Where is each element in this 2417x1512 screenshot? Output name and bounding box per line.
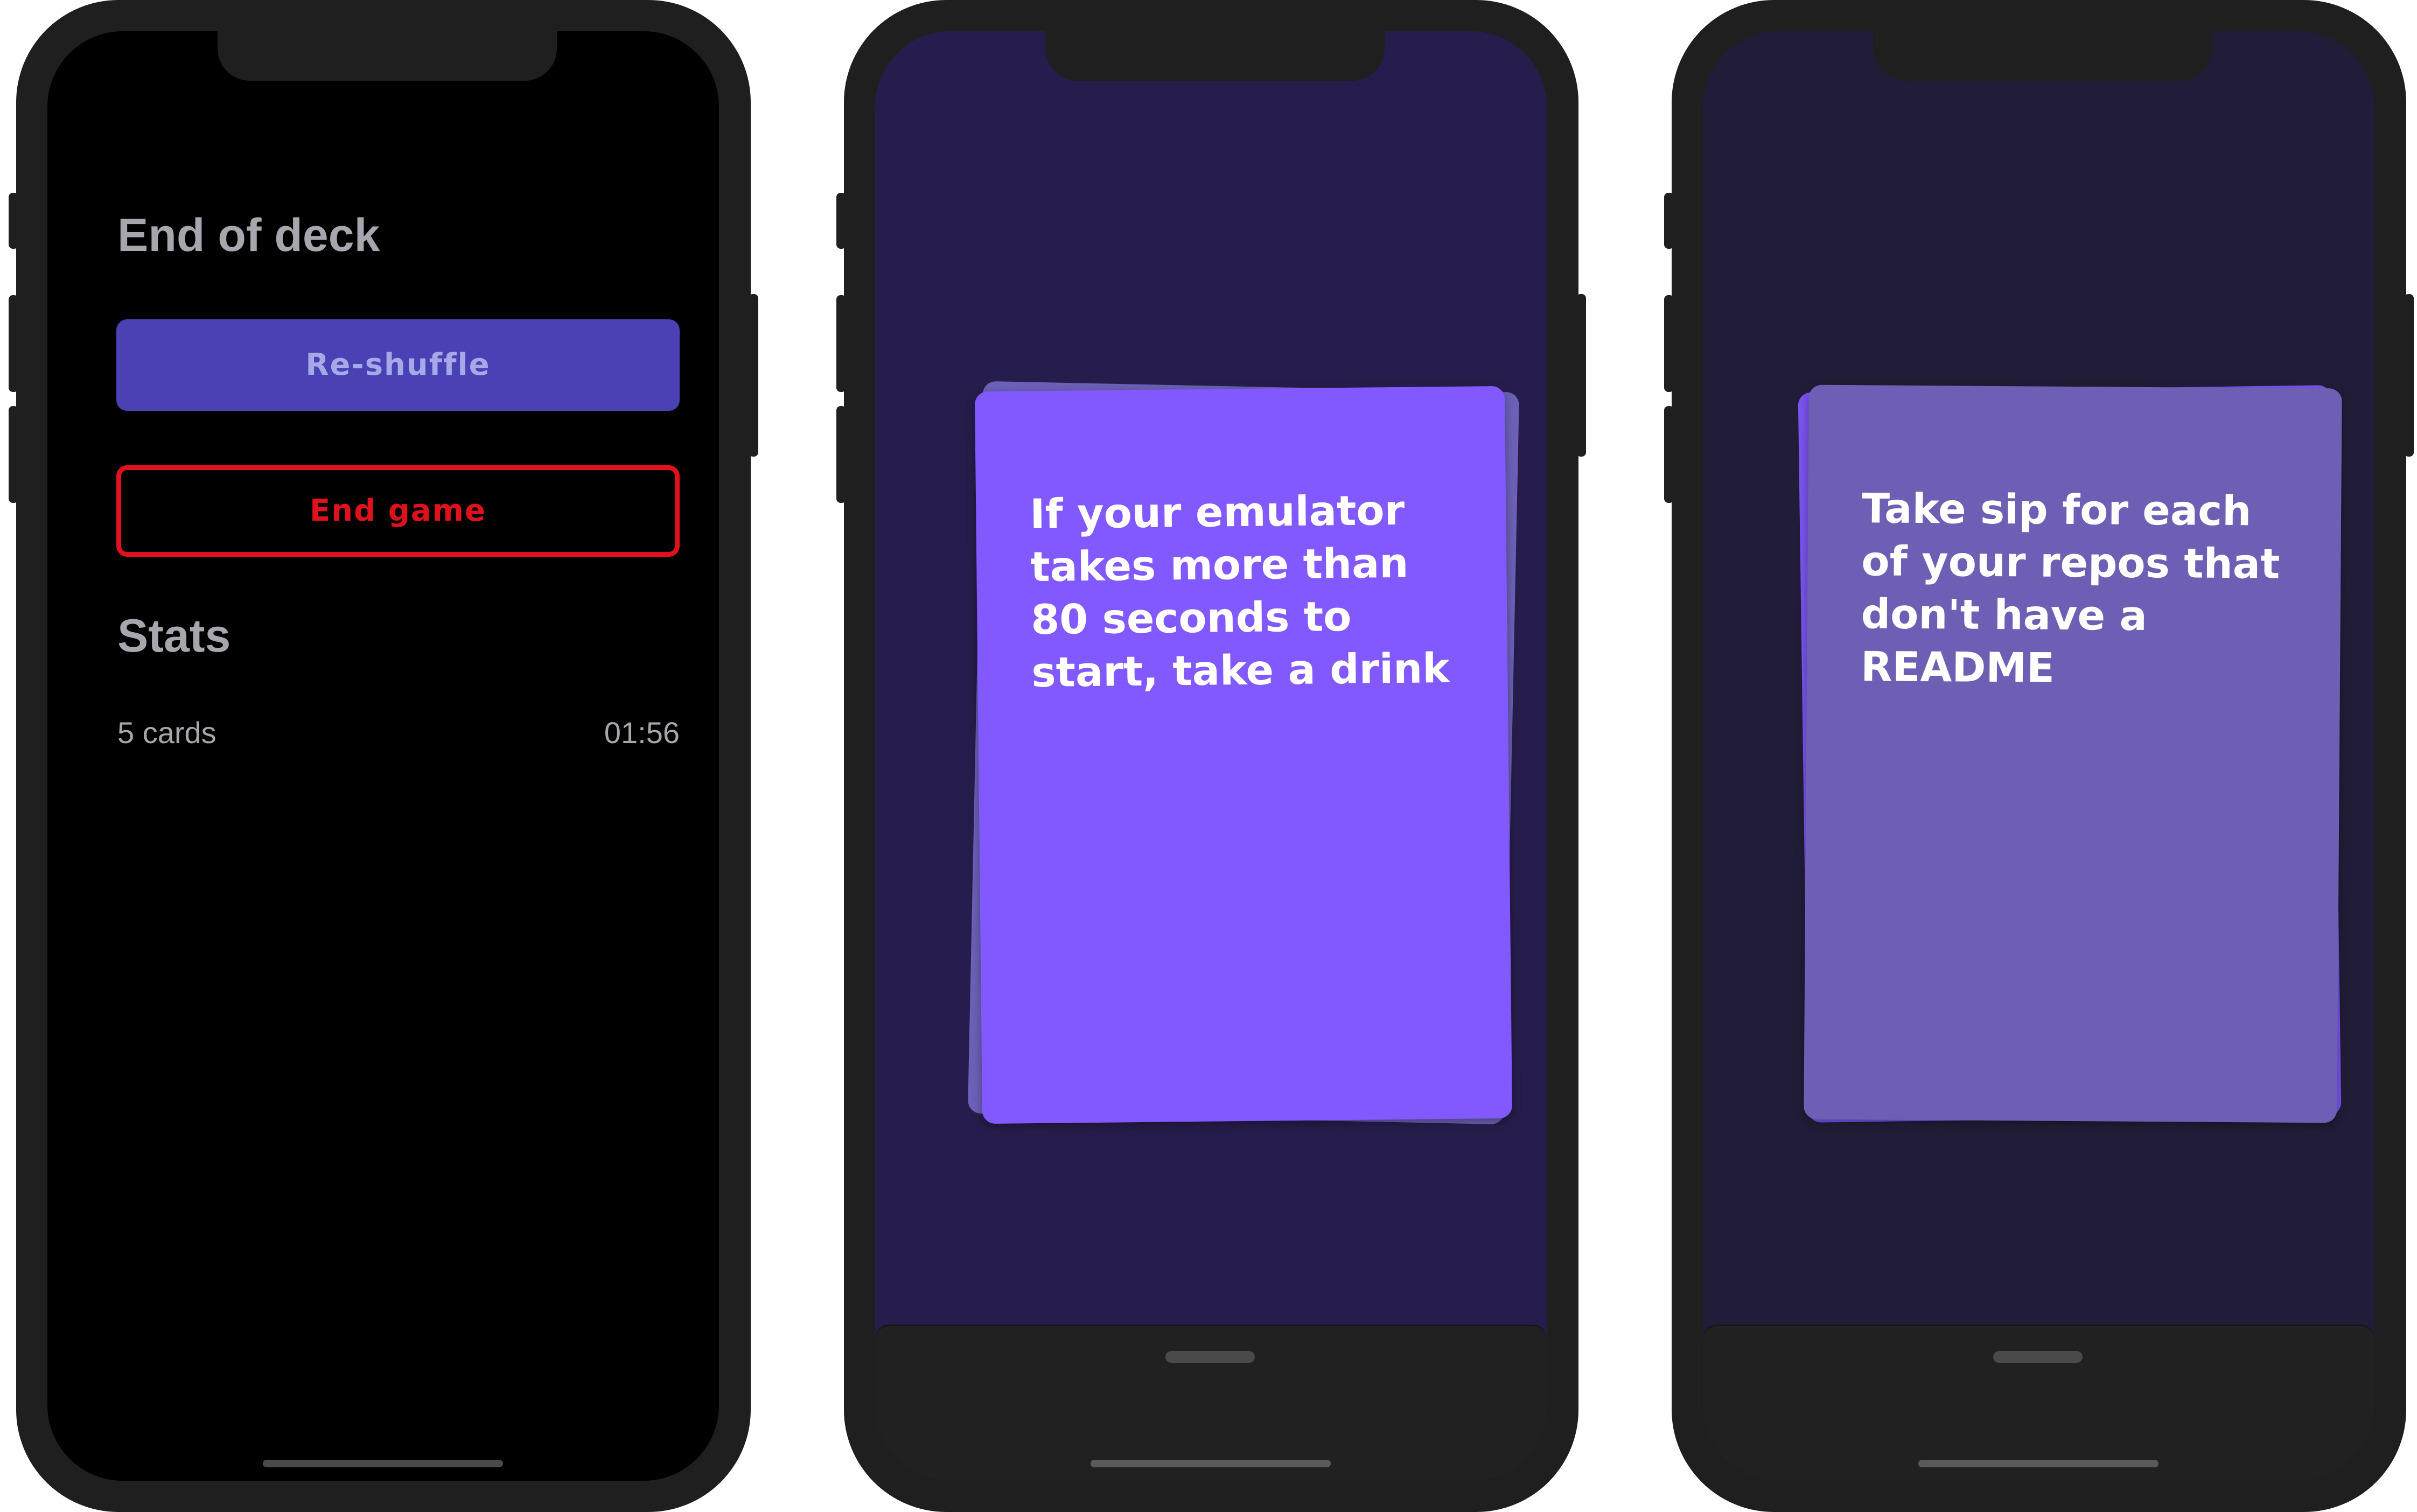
home-indicator[interactable]: [1918, 1460, 2158, 1467]
phone-card-muted: Take sip for each of your repos that don…: [1664, 0, 2414, 1512]
prompt-card-text: If your emulator takes more than 80 seco…: [1029, 486, 1450, 697]
notch: [1045, 31, 1385, 81]
home-indicator[interactable]: [1091, 1460, 1331, 1467]
bottom-sheet-handle[interactable]: [1993, 1351, 2083, 1363]
stats-cards-count: 5 cards: [117, 716, 216, 750]
stats-elapsed-time: 01:56: [604, 716, 680, 750]
reshuffle-button[interactable]: Re-shuffle: [116, 319, 680, 411]
bottom-sheet-handle[interactable]: [1165, 1351, 1255, 1363]
bottom-sheet[interactable]: [875, 1325, 1547, 1481]
prompt-card[interactable]: If your emulator takes more than 80 seco…: [974, 386, 1513, 1124]
phone-card-active: If your emulator takes more than 80 seco…: [836, 0, 1586, 1512]
notch: [218, 31, 557, 81]
bottom-sheet[interactable]: [1703, 1325, 2374, 1481]
card-screen-active: If your emulator takes more than 80 seco…: [875, 31, 1547, 1481]
stats-title: Stats: [117, 610, 231, 662]
screenshot-stage: End of deck Re-shuffle End game Stats 5 …: [0, 0, 2417, 1512]
phone-end-of-deck: End of deck Re-shuffle End game Stats 5 …: [9, 0, 758, 1512]
end-game-button[interactable]: End game: [116, 465, 680, 557]
card-screen-muted: Take sip for each of your repos that don…: [1703, 31, 2374, 1481]
prompt-card-text: Take sip for each of your repos that don…: [1860, 484, 2280, 692]
notch: [1873, 31, 2212, 81]
end-of-deck-screen: End of deck Re-shuffle End game Stats 5 …: [47, 31, 719, 1481]
end-of-deck-title: End of deck: [117, 209, 380, 261]
prompt-card[interactable]: Take sip for each of your repos that don…: [1804, 384, 2342, 1123]
home-indicator[interactable]: [263, 1460, 503, 1467]
